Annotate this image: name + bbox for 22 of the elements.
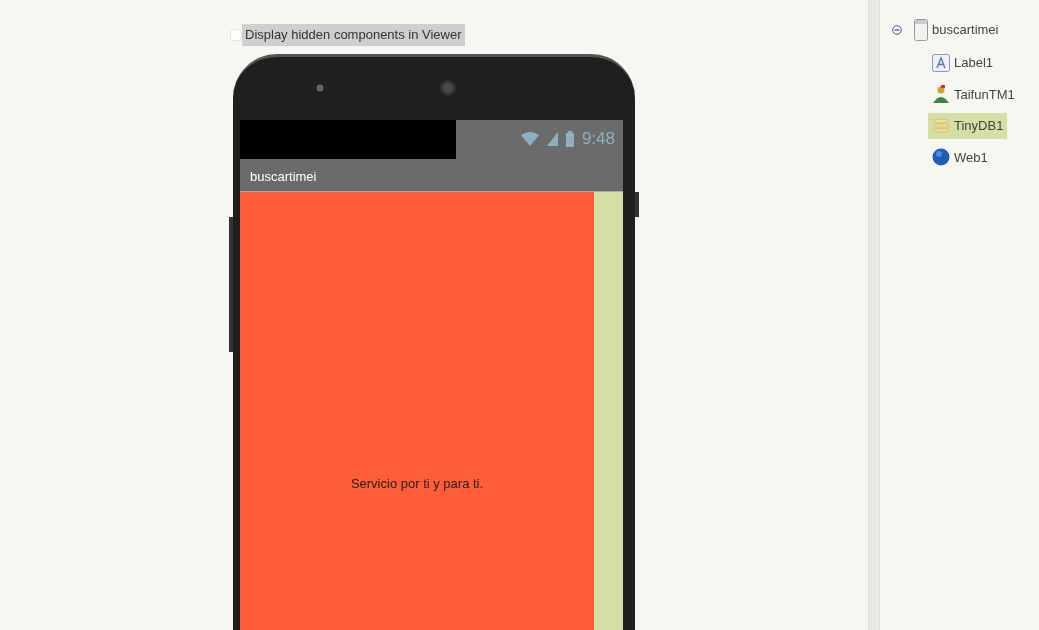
phone-icon bbox=[914, 19, 928, 41]
tree-item[interactable]: Web1 bbox=[928, 144, 992, 170]
checkbox[interactable] bbox=[230, 28, 242, 41]
status-time: 9:48 bbox=[581, 128, 615, 151]
signal-icon bbox=[546, 132, 558, 146]
tree-item[interactable]: TinyDB1 bbox=[928, 113, 1008, 139]
label-text: Servicio por ti y para ti. bbox=[349, 474, 485, 493]
collapse-icon[interactable] bbox=[892, 25, 902, 35]
globe-icon bbox=[932, 148, 950, 167]
wifi-icon bbox=[520, 132, 539, 146]
person-icon bbox=[932, 85, 950, 104]
label-icon bbox=[932, 53, 950, 72]
scrollbar[interactable] bbox=[868, 0, 880, 630]
checkbox-label[interactable]: Display hidden components in Viewer bbox=[242, 24, 465, 46]
camera-icon bbox=[316, 84, 324, 92]
tree-item[interactable]: TaifunTM1 bbox=[928, 81, 1019, 107]
database-icon bbox=[932, 116, 950, 135]
battery-icon bbox=[565, 131, 574, 147]
app-title: buscartimei bbox=[250, 168, 317, 184]
tree-item[interactable]: Label1 bbox=[928, 50, 998, 76]
speaker-icon bbox=[439, 79, 457, 97]
tree-item[interactable]: buscartimei bbox=[910, 16, 1003, 44]
